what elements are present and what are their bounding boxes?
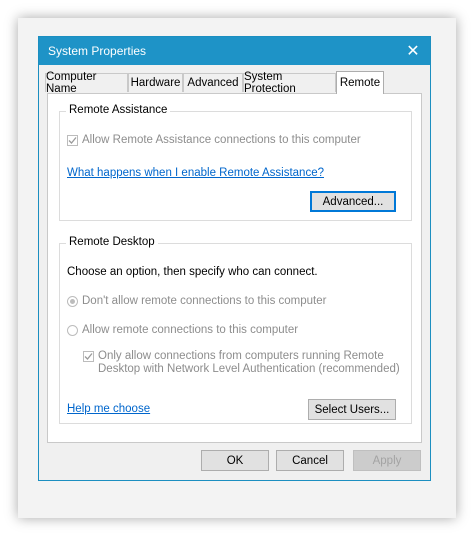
radio-selected-icon [67, 296, 78, 307]
tab-remote[interactable]: Remote [336, 71, 384, 94]
cancel-button[interactable]: Cancel [276, 450, 344, 471]
nla-label-line2: Desktop with Network Level Authenticatio… [98, 363, 400, 375]
tab-computer-name[interactable]: Computer Name [45, 71, 128, 95]
remote-assistance-group: Remote Assistance Allow Remote Assistanc… [59, 104, 412, 221]
apply-button[interactable]: Apply [353, 450, 421, 471]
allow-remote-assistance-checkbox[interactable]: Allow Remote Assistance connections to t… [67, 134, 361, 146]
radio-unselected-icon [67, 325, 78, 336]
allow-remote-assistance-label: Allow Remote Assistance connections to t… [82, 134, 361, 146]
tab-advanced[interactable]: Advanced [183, 73, 243, 92]
ok-button[interactable]: OK [201, 450, 269, 471]
checkbox-box [83, 351, 94, 362]
window-title: System Properties [48, 44, 147, 58]
system-properties-window: System Properties ✕ Computer Name Hardwa… [38, 36, 431, 481]
nla-checkbox-label: Only allow connections from computers ru… [98, 350, 400, 376]
radio-allow[interactable]: Allow remote connections to this compute… [67, 324, 298, 336]
radio-dont-allow-label: Don't allow remote connections to this c… [82, 295, 327, 307]
radio-allow-label: Allow remote connections to this compute… [82, 324, 299, 336]
remote-desktop-group: Remote Desktop Choose an option, then sp… [59, 236, 412, 424]
nla-checkbox[interactable]: Only allow connections from computers ru… [83, 350, 400, 376]
remote-tab-panel: Remote Assistance Allow Remote Assistanc… [47, 93, 422, 443]
close-icon[interactable]: ✕ [396, 37, 430, 65]
remote-assistance-group-label: Remote Assistance [66, 104, 171, 116]
checkbox-box [67, 135, 78, 146]
checkmark-icon [84, 353, 93, 360]
select-users-button[interactable]: Select Users... [308, 399, 396, 420]
radio-dont-allow[interactable]: Don't allow remote connections to this c… [67, 295, 326, 307]
title-bar[interactable]: System Properties ✕ [39, 37, 430, 65]
nla-label-line1: Only allow connections from computers ru… [98, 350, 384, 362]
tab-hardware[interactable]: Hardware [128, 73, 183, 92]
remote-desktop-group-label: Remote Desktop [66, 236, 158, 248]
remote-desktop-instructions: Choose an option, then specify who can c… [67, 266, 318, 278]
remote-assistance-help-link[interactable]: What happens when I enable Remote Assist… [67, 167, 324, 179]
advanced-button[interactable]: Advanced... [310, 191, 396, 212]
checkmark-icon [68, 137, 77, 144]
tab-system-protection[interactable]: System Protection [243, 71, 336, 95]
help-me-choose-link[interactable]: Help me choose [67, 403, 150, 415]
